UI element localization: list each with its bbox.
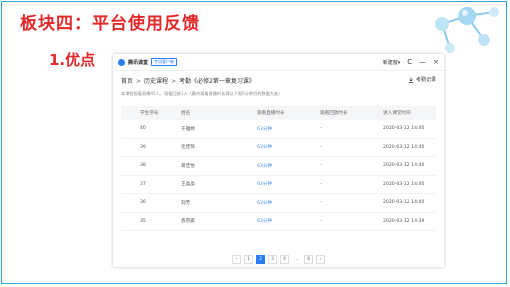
cell-replay-duration: - xyxy=(320,120,383,139)
cell-replay-duration: - xyxy=(320,138,383,157)
window-titlebar: 腾讯课堂 专用客户端 新建窗▾ C — × xyxy=(113,54,444,71)
page-button-2[interactable]: 2 xyxy=(256,255,265,264)
slide-title: 板块四：平台使用反馈 xyxy=(20,14,200,34)
app-tag-badge: 专用客户端 xyxy=(151,58,178,66)
breadcrumb-current: 考勤《必修2第一章复习课》 xyxy=(179,78,255,85)
attendance-window: 腾讯课堂 专用客户端 新建窗▾ C — × 首页 > 历史课程 > 考勤《必修2第一章复… xyxy=(113,54,444,267)
page-button-8[interactable]: 8 xyxy=(304,255,313,264)
cell-name: 刘芳 xyxy=(181,193,257,213)
cell-live-duration: 63分钟 xyxy=(257,193,320,213)
page-ellipsis: … xyxy=(292,255,301,264)
download-attendance-button[interactable]: 考勤记录 xyxy=(408,76,436,83)
breadcrumb-separator: > xyxy=(136,78,142,85)
cell-live-duration: 63分钟 xyxy=(257,175,320,194)
prev-page-button[interactable]: ‹ xyxy=(232,255,241,264)
cell-name: 王晶晶 xyxy=(181,175,257,194)
table-row: 36 刘芳 63分钟 - 2020-03-12 14:40 xyxy=(121,193,436,213)
download-icon xyxy=(408,77,414,83)
breadcrumb-history[interactable]: 历史课程 xyxy=(144,78,168,85)
page-button-4[interactable]: 4 xyxy=(280,255,289,264)
next-page-button[interactable]: › xyxy=(316,255,325,264)
cell-entry-time: 2020-03-12 14:39 xyxy=(383,212,436,231)
user-menu[interactable]: 新建窗▾ xyxy=(383,59,401,66)
cell-replay-duration: - xyxy=(320,212,383,231)
cell-name: 袁宗震 xyxy=(181,212,257,231)
molecule-decoration-icon xyxy=(435,7,499,53)
cell-entry-time: 2020-03-12 14:40 xyxy=(383,175,436,194)
minimize-icon[interactable]: — xyxy=(419,58,426,66)
table-row: 37 王晶晶 63分钟 - 2020-03-12 14:40 xyxy=(121,175,436,194)
breadcrumb: 首页 > 历史课程 > 考勤《必修2第一章复习课》 xyxy=(121,76,255,85)
table-row: 39 毛佳琦 63分钟 - 2020-03-12 14:40 xyxy=(121,138,436,157)
cell-entry-time: 2020-03-12 14:40 xyxy=(383,193,436,213)
cell-student-no: 36 xyxy=(121,193,181,213)
table-row: 38 蒋佳怡 63分钟 - 2020-03-12 14:40 xyxy=(121,156,436,176)
cell-name: 毛佳琦 xyxy=(181,138,257,157)
cell-student-no: 38 xyxy=(121,156,181,176)
page-button-1[interactable]: 1 xyxy=(244,255,253,264)
cell-entry-time: 2020-03-12 14:40 xyxy=(383,120,436,139)
column-header-entry-time: 进入课堂时间 xyxy=(383,106,436,120)
column-header-name: 姓名 xyxy=(181,106,257,120)
window-controls: 新建窗▾ C — × xyxy=(383,58,439,66)
page-button-3[interactable]: 3 xyxy=(268,255,277,264)
close-icon[interactable]: × xyxy=(433,58,439,66)
table-row: 35 袁宗震 63分钟 - 2020-03-12 14:39 xyxy=(121,212,436,231)
cell-live-duration: 63分钟 xyxy=(257,138,320,157)
cell-replay-duration: - xyxy=(320,175,383,194)
app-logo-icon xyxy=(118,58,125,66)
refresh-icon[interactable]: C xyxy=(407,58,412,66)
cell-student-no: 40 xyxy=(121,120,181,139)
cell-live-duration: 63分钟 xyxy=(257,212,320,231)
column-header-live-duration: 观看直播时长 xyxy=(257,106,320,120)
download-label: 考勤记录 xyxy=(415,77,436,83)
app-name: 腾讯课堂 xyxy=(128,59,149,66)
cell-student-no: 37 xyxy=(121,175,181,194)
cell-student-no: 35 xyxy=(121,212,181,231)
attendance-summary: 本课程观看直播45人，观看回放1人（最终观看直播时长满以下限5分钟后的数据为准） xyxy=(121,91,283,96)
cell-name: 蒋佳怡 xyxy=(181,156,257,176)
breadcrumb-separator: > xyxy=(171,78,177,85)
breadcrumb-home[interactable]: 首页 xyxy=(121,78,133,85)
cell-student-no: 39 xyxy=(121,138,181,157)
cell-replay-duration: - xyxy=(320,156,383,176)
cell-entry-time: 2020-03-12 14:40 xyxy=(383,138,436,157)
cell-replay-duration: - xyxy=(320,193,383,213)
slide-subhead: 1.优点 xyxy=(49,51,96,69)
cell-name: 于雅婷 xyxy=(181,120,257,139)
cell-live-duration: 63分钟 xyxy=(257,156,320,176)
cell-entry-time: 2020-03-12 14:40 xyxy=(383,156,436,176)
attendance-table: 学生序号 姓名 观看直播时长 观看回放时长 进入课堂时间 40 于雅婷 63分钟… xyxy=(121,106,436,231)
column-header-student-no: 学生序号 xyxy=(121,106,181,120)
column-header-replay-duration: 观看回放时长 xyxy=(320,106,383,120)
table-row: 40 于雅婷 63分钟 - 2020-03-12 14:40 xyxy=(121,120,436,139)
cell-live-duration: 63分钟 xyxy=(257,120,320,139)
pagination: ‹ 1 2 3 4 … 8 › xyxy=(232,255,325,264)
table-header-row: 学生序号 姓名 观看直播时长 观看回放时长 进入课堂时间 xyxy=(121,106,436,120)
